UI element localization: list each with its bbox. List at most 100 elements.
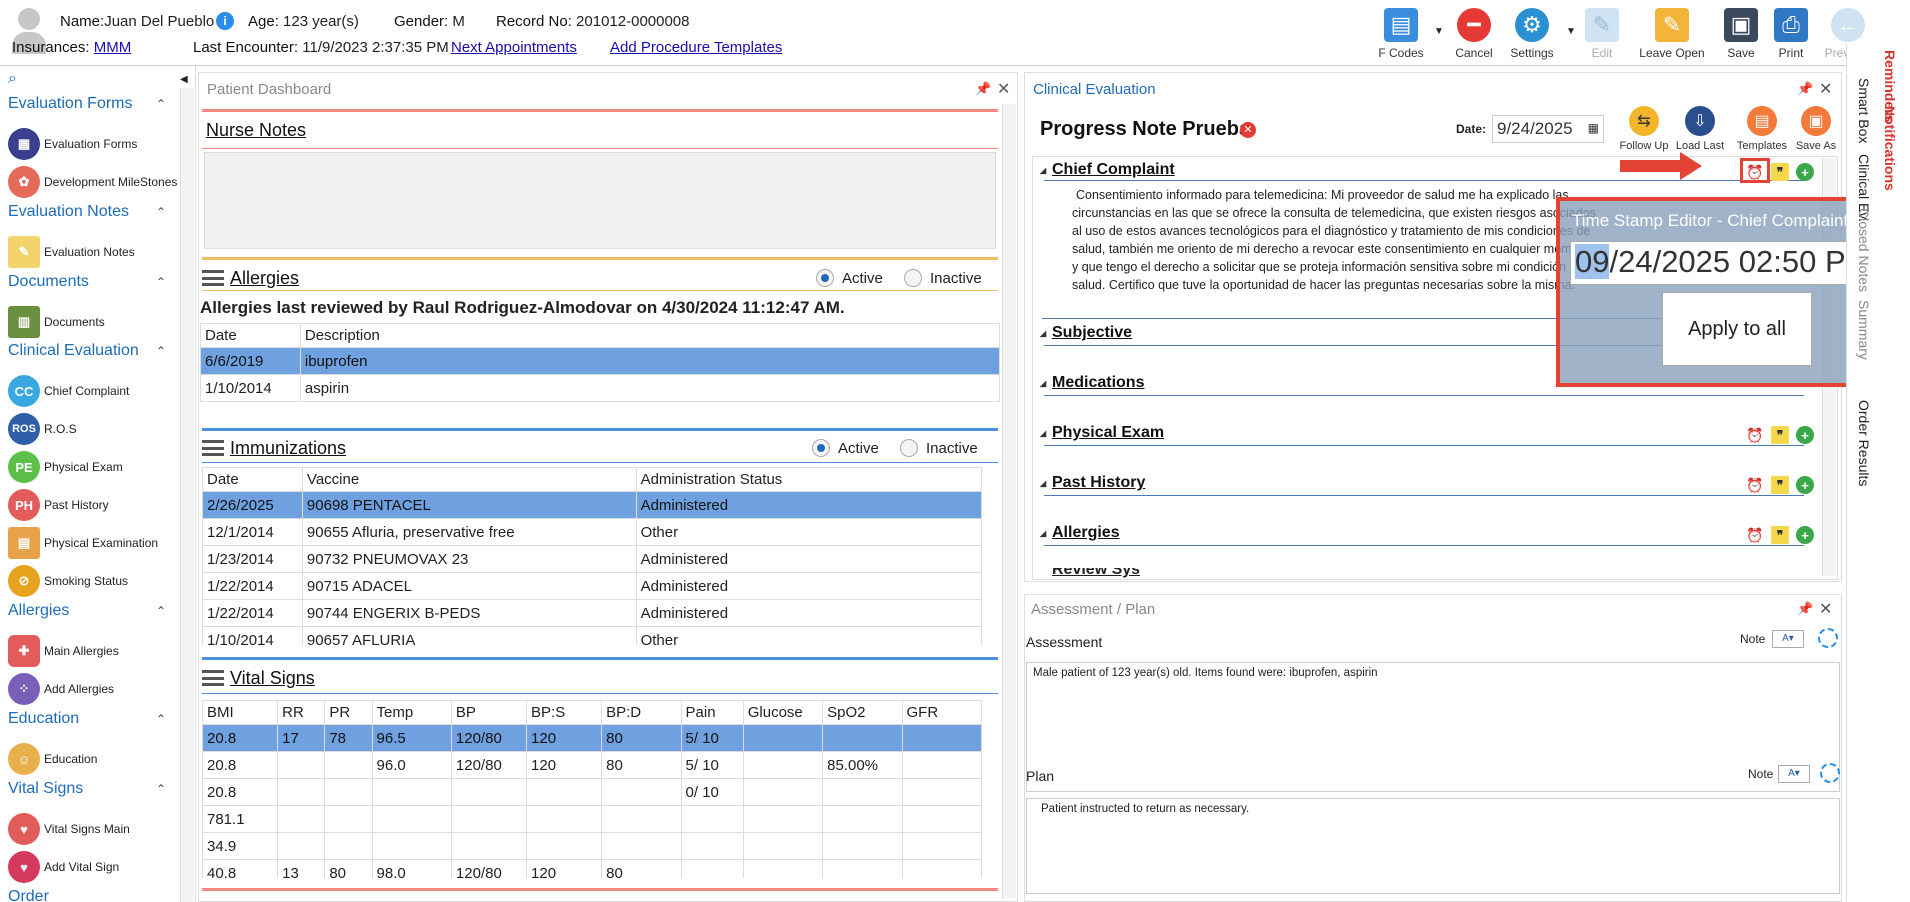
nurse-notes-textbox[interactable] — [204, 152, 996, 249]
dashboard-scrollbar[interactable] — [1002, 104, 1016, 898]
column-header[interactable]: Vaccine — [301, 467, 637, 492]
allergies-menu-icon[interactable] — [202, 270, 224, 286]
section-review-systems[interactable]: Review Sys — [1052, 568, 1352, 578]
chevron-up-icon[interactable]: ⌃ — [156, 275, 166, 289]
nav-section-evaluation-notes[interactable]: Evaluation Notes ⌃ — [8, 203, 166, 221]
column-header[interactable]: Date — [200, 323, 301, 348]
refresh-icon[interactable] — [1820, 763, 1840, 783]
info-icon[interactable]: i — [216, 12, 234, 30]
quote-icon[interactable]: ❞ — [1771, 163, 1789, 181]
date-input[interactable]: 9/24/2025 ▦ — [1492, 115, 1604, 143]
close-icon[interactable]: ✕ — [1819, 79, 1832, 99]
add-icon[interactable]: + — [1796, 163, 1814, 181]
column-header[interactable]: BP:S — [526, 700, 603, 725]
nav-item-documents[interactable]: ▥ Documents — [8, 306, 105, 338]
column-header[interactable]: Description — [299, 323, 1001, 348]
settings-button[interactable]: ⚙ Settings — [1501, 8, 1563, 60]
nav-item-smoking-status[interactable]: ⊘ Smoking Status — [8, 565, 128, 597]
nav-section-documents[interactable]: Documents ⌃ — [8, 273, 166, 291]
nav-item-evaluation-forms[interactable]: ▦ Evaluation Forms — [8, 128, 137, 160]
immunization-row[interactable]: 12/1/2014 90655 Afluria, preservative fre… — [202, 518, 983, 546]
immunization-row[interactable]: 1/23/2014 90732 PNEUMOVAX 23 Administered — [202, 545, 983, 573]
column-header[interactable]: BMI — [202, 700, 279, 725]
nav-item-evaluation-notes[interactable]: ✎ Evaluation Notes — [8, 236, 135, 268]
nav-section-allergies[interactable]: Allergies ⌃ — [8, 602, 166, 620]
vital-sign-row[interactable]: 34.9 — [202, 832, 983, 860]
allergy-row[interactable]: 6/6/2019 ibuprofen — [200, 347, 1001, 375]
remove-note-icon[interactable]: ✕ — [1240, 122, 1256, 138]
chevron-up-icon[interactable]: ⌃ — [156, 344, 166, 358]
immunization-row[interactable]: 1/22/2014 90715 ADACEL Administered — [202, 572, 983, 600]
close-icon[interactable]: ✕ — [997, 79, 1010, 99]
section-medications[interactable]: Medications — [1040, 374, 1145, 392]
collapse-nav-icon[interactable]: ◀ — [180, 74, 188, 85]
column-header[interactable]: Pain — [680, 700, 744, 725]
column-header[interactable]: SpO2 — [822, 700, 903, 725]
chevron-up-icon[interactable]: ⌃ — [156, 97, 166, 111]
immunization-row[interactable]: 2/26/2025 90698 PENTACEL Administered — [202, 491, 983, 519]
leave-open-button[interactable]: ✎ Leave Open — [1639, 8, 1705, 60]
nav-item-education[interactable]: ☺ Education — [8, 743, 97, 775]
alarm-clock-icon[interactable]: ⏰ — [1746, 526, 1764, 544]
load-last-button[interactable]: ⇩ Load Last — [1672, 106, 1728, 152]
nav-section-order[interactable]: Order — [8, 888, 49, 902]
nav-item-add-allergies[interactable]: ⁘ Add Allergies — [8, 673, 114, 705]
calendar-icon[interactable]: ▦ — [1588, 121, 1599, 135]
add-icon[interactable]: + — [1796, 476, 1814, 494]
column-header[interactable]: Temp — [371, 700, 452, 725]
quote-icon[interactable]: ❞ — [1771, 426, 1789, 444]
allergies-active-radio[interactable]: Active — [816, 269, 883, 287]
summary-tab[interactable]: Summary — [1856, 300, 1872, 360]
plan-format-dropdown[interactable]: A▾ — [1778, 765, 1810, 783]
nav-item-development-milestones[interactable]: ✿ Development MileStones — [8, 166, 177, 198]
add-icon[interactable]: + — [1796, 426, 1814, 444]
immunizations-active-radio[interactable]: Active — [812, 439, 879, 457]
column-header[interactable]: Administration Status — [635, 467, 983, 492]
vital-sign-row[interactable]: 781.1 — [202, 805, 983, 833]
chevron-up-icon[interactable]: ⌃ — [156, 205, 166, 219]
immunizations-inactive-radio[interactable]: Inactive — [900, 439, 978, 457]
chevron-up-icon[interactable]: ⌃ — [156, 782, 166, 796]
nav-section-clinical-evaluation[interactable]: Clinical Evaluation ⌃ — [8, 342, 166, 360]
follow-up-button[interactable]: ⇆ Follow Up — [1616, 106, 1672, 152]
order-results-tab[interactable]: Order Results — [1856, 400, 1872, 486]
fcodes-button[interactable]: ▤ F Codes — [1370, 8, 1432, 60]
pin-icon[interactable]: 📌 — [1797, 601, 1813, 617]
nav-item-main-allergies[interactable]: ✚ Main Allergies — [8, 635, 119, 667]
plan-textbox[interactable]: Patient instructed to return as necessar… — [1026, 798, 1840, 894]
nav-item-chief-complaint[interactable]: CC Chief Complaint — [8, 375, 129, 407]
vital-sign-row[interactable]: 20.8 17 78 96.5 120/80 120 80 5/ 10 — [202, 724, 983, 752]
nav-item-physical-exam[interactable]: PE Physical Exam — [8, 451, 123, 483]
column-header[interactable]: PR — [324, 700, 373, 725]
column-header[interactable]: BP:D — [601, 700, 682, 725]
nav-item-physical-examination[interactable]: ▤ Physical Examination — [8, 527, 158, 559]
insurance-link[interactable]: MMM — [94, 39, 132, 56]
column-header[interactable]: Glucose — [742, 700, 824, 725]
vital-sign-row[interactable]: 20.8 0/ 10 — [202, 778, 983, 806]
pin-icon[interactable]: 📌 — [975, 81, 991, 97]
nav-scrollbar[interactable] — [180, 88, 194, 902]
section-past-history[interactable]: Past History — [1040, 474, 1145, 492]
chief-complaint-text[interactable]: Consentimiento informado para telemedici… — [1072, 186, 1596, 294]
notifications-tab[interactable]: Notifications — [1882, 106, 1898, 191]
edit-button[interactable]: ✎ Edit — [1571, 8, 1633, 60]
column-header[interactable]: GFR — [901, 700, 983, 725]
closed-notes-tab[interactable]: Closed Notes — [1856, 208, 1872, 292]
immunization-row[interactable]: 1/10/2014 90657 AFLURIA Other — [202, 626, 983, 645]
add-icon[interactable]: + — [1796, 526, 1814, 544]
next-appointments-link[interactable]: Next Appointments — [451, 39, 577, 56]
save-as-button[interactable]: ▣ Save As — [1788, 106, 1844, 152]
quote-icon[interactable]: ❞ — [1771, 476, 1789, 494]
column-header[interactable]: RR — [277, 700, 326, 725]
close-icon[interactable]: ✕ — [1819, 599, 1832, 619]
cancel-button[interactable]: ━ Cancel — [1443, 8, 1505, 60]
nav-item-add-vital-sign[interactable]: ♥ Add Vital Sign — [8, 851, 119, 883]
alarm-clock-icon[interactable]: ⏰ — [1746, 426, 1764, 444]
allergies-inactive-radio[interactable]: Inactive — [904, 269, 982, 287]
nav-section-evaluation-forms[interactable]: Evaluation Forms ⌃ — [8, 95, 166, 113]
note-format-dropdown[interactable]: A▾ — [1772, 630, 1804, 648]
column-header[interactable]: BP — [450, 700, 528, 725]
alarm-clock-icon[interactable]: ⏰ — [1746, 476, 1764, 494]
pin-icon[interactable]: 📌 — [1797, 81, 1813, 97]
print-button[interactable]: ⎙ Print — [1760, 8, 1822, 60]
